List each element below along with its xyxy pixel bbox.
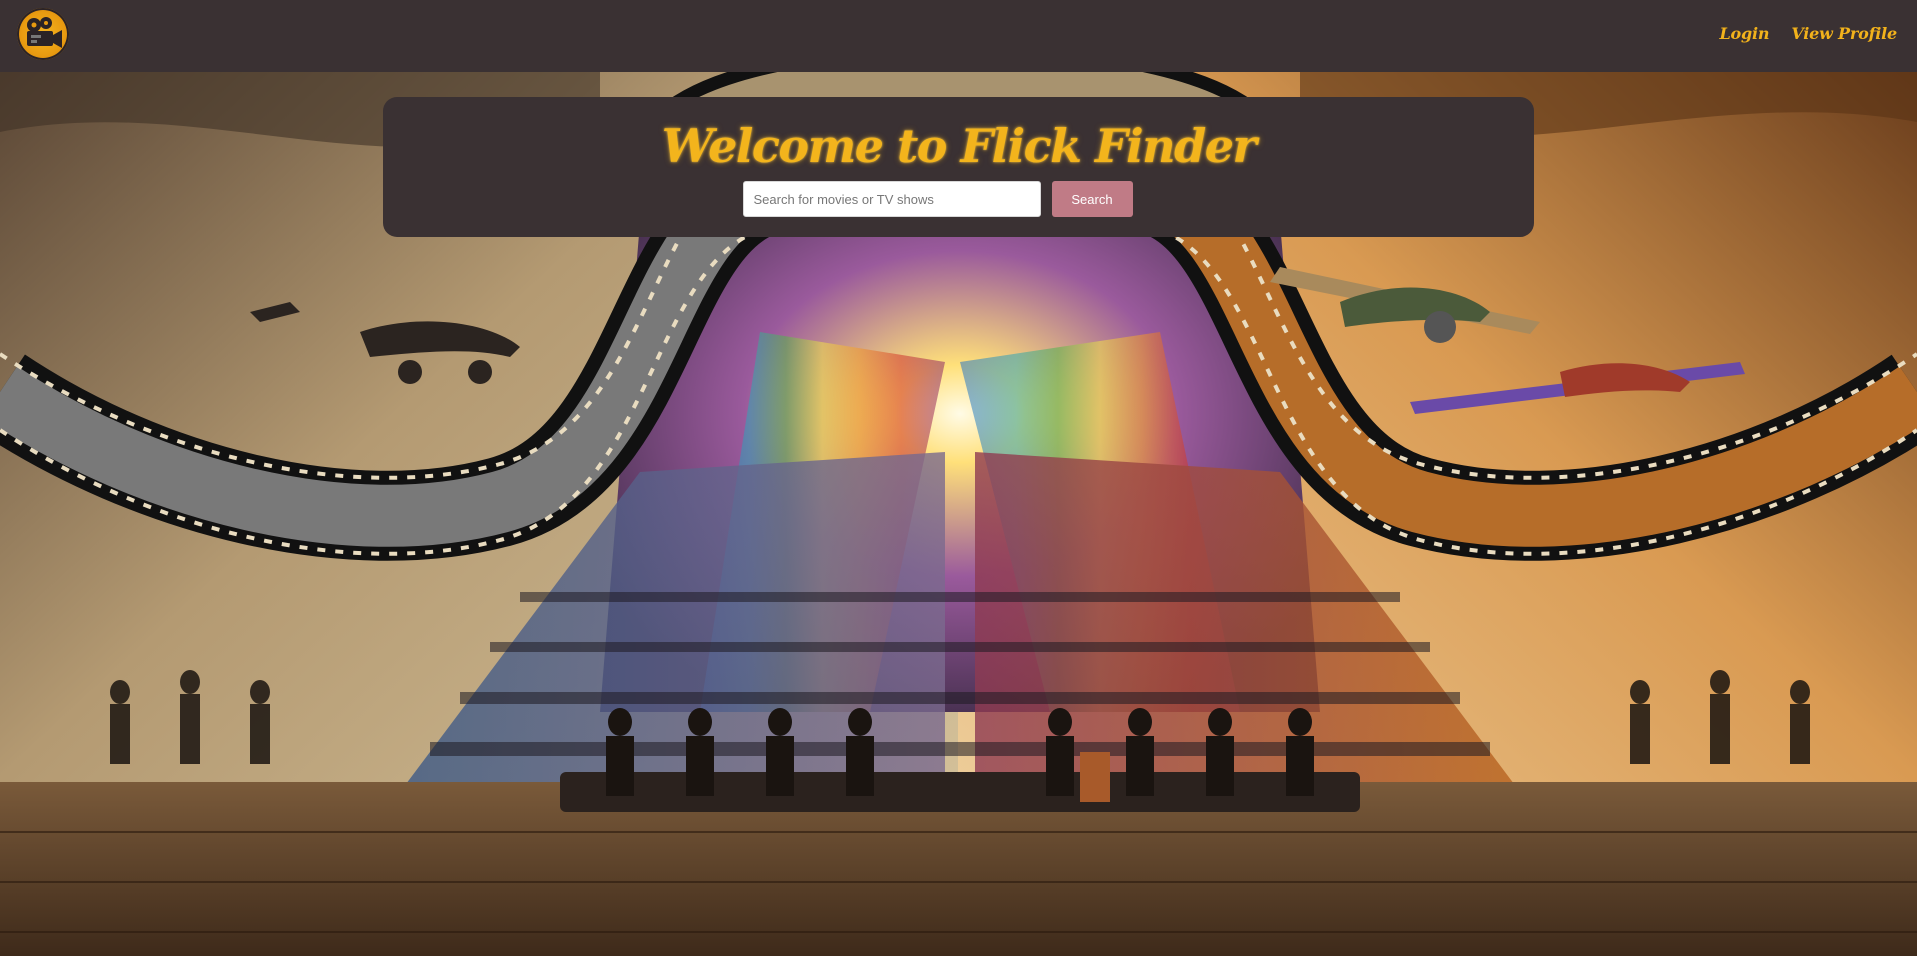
search-panel: Welcome to Flick Finder Search [383, 97, 1534, 237]
page-title: Welcome to Flick Finder [661, 119, 1257, 173]
search-bar: Search [383, 181, 1534, 217]
view-profile-link[interactable]: View Profile [1791, 24, 1897, 43]
page: Login View Profile Welcome to Flick Find… [0, 0, 1917, 956]
nav-links: Login View Profile [1719, 24, 1897, 43]
login-link[interactable]: Login [1719, 24, 1769, 43]
navbar: Login View Profile [0, 0, 1917, 72]
film-camera-logo-icon[interactable] [17, 8, 69, 60]
search-button[interactable]: Search [1051, 181, 1133, 217]
search-input[interactable] [742, 181, 1041, 217]
